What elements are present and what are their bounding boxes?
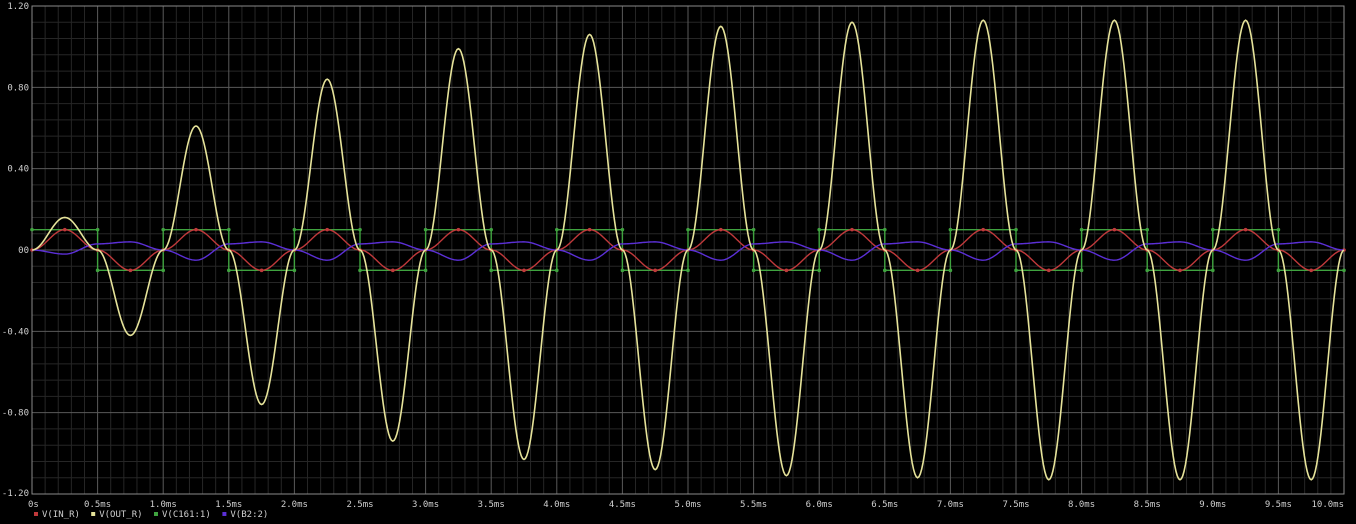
series-point (292, 268, 297, 273)
legend-label: V(OUT_R) (99, 510, 142, 520)
x-tick-label: 0s (28, 500, 39, 510)
series-point (1014, 268, 1018, 273)
legend-swatch (222, 512, 227, 516)
x-tick-label: 0.5ms (84, 500, 111, 510)
x-tick-label: 1.0ms (150, 500, 177, 510)
series-point (489, 227, 494, 232)
series-point (456, 227, 461, 232)
x-tick-label: 7.0ms (937, 500, 964, 510)
legend-swatch (154, 512, 158, 516)
series-point (1243, 227, 1248, 232)
series-point (325, 227, 330, 232)
series-point (95, 227, 100, 232)
y-tick-label: -0.80 (2, 409, 29, 419)
series-point (817, 227, 821, 232)
series-point (817, 268, 821, 273)
series-point (161, 227, 165, 232)
series-point (30, 227, 34, 232)
series-point (751, 227, 756, 232)
series-point (555, 227, 559, 232)
series-point (194, 227, 198, 232)
series-point (292, 227, 297, 232)
x-tick-label: 6.0ms (806, 500, 833, 510)
y-tick-label: 0.80 (7, 83, 29, 93)
legend-label: V(B2:2) (230, 510, 268, 520)
series-point (883, 268, 887, 273)
series-point (1211, 227, 1215, 232)
x-tick-label: 8.5ms (1134, 500, 1161, 510)
series-point (227, 268, 231, 273)
series-point (522, 268, 526, 273)
x-tick-label: 2.5ms (346, 500, 373, 510)
series-point (1014, 227, 1018, 232)
series-point (784, 268, 789, 273)
series-point (358, 268, 362, 273)
series-point (1047, 268, 1051, 273)
series-point (981, 227, 985, 232)
series-point (95, 268, 100, 273)
x-tick-label: 4.5ms (609, 500, 636, 510)
legend-swatch (91, 512, 96, 516)
x-tick-label: 9.0ms (1199, 500, 1226, 510)
series-point (1112, 227, 1117, 232)
y-tick-label: 0.40 (7, 165, 29, 175)
series-point (423, 268, 428, 273)
legend-swatch (34, 512, 38, 516)
x-tick-label: 8.0ms (1068, 500, 1095, 510)
x-tick-label: 7.5ms (1002, 500, 1029, 510)
x-tick-label: 3.0ms (412, 500, 439, 510)
legend-label: V(C161:1) (162, 510, 211, 520)
series-point (128, 268, 133, 273)
series-point (1145, 227, 1149, 232)
series-point (489, 268, 494, 273)
series-point (1276, 227, 1281, 232)
series-point (1145, 268, 1149, 273)
series-point (391, 268, 395, 273)
series-point (850, 227, 854, 232)
x-tick-label: 5.0ms (674, 500, 701, 510)
series-point (63, 227, 67, 232)
legend-label: V(IN_R) (42, 510, 80, 520)
series-point (620, 268, 625, 273)
x-tick-label: 2.0ms (281, 500, 308, 510)
series-point (587, 227, 592, 232)
series-point (719, 227, 723, 232)
series-point (423, 227, 428, 232)
series-point (259, 268, 264, 273)
x-tick-label: 5.5ms (740, 500, 767, 510)
series-point (1276, 268, 1281, 273)
series-point (1079, 268, 1084, 273)
series-point (948, 268, 953, 273)
series-point (161, 268, 165, 273)
waveform-plot: 0s 0.5ms 1.0ms 1.5ms 2.0ms 2.5ms 3.0ms 3.5ms 4.0… (0, 0, 1356, 524)
series-point (686, 268, 690, 273)
x-tick-label: 1.5ms (215, 500, 242, 510)
series-point (1211, 268, 1215, 273)
x-tick-label: 9.5ms (1265, 500, 1292, 510)
series-point (948, 227, 953, 232)
series-point (1079, 227, 1084, 232)
series-point (620, 227, 625, 232)
series-point (686, 227, 690, 232)
x-tick-label: 3.5ms (478, 500, 505, 510)
x-tick-label: 10.0ms (1311, 500, 1344, 510)
series-point (653, 268, 657, 273)
x-tick-label: 6.5ms (871, 500, 898, 510)
series-point (751, 268, 756, 273)
series-point (358, 227, 362, 232)
series-point (1309, 268, 1313, 273)
series-point (883, 227, 887, 232)
x-tick-label: 4.0ms (543, 500, 570, 510)
series-point (1342, 268, 1346, 273)
series-point (555, 268, 559, 273)
y-tick-label: -0.40 (2, 327, 29, 337)
series-point (227, 227, 231, 232)
series-point (915, 268, 920, 273)
series-point (1178, 268, 1182, 273)
y-tick-label: -1.20 (2, 489, 29, 499)
y-tick-label: 1.20 (7, 2, 29, 12)
y-tick-label: 00 (18, 246, 29, 256)
